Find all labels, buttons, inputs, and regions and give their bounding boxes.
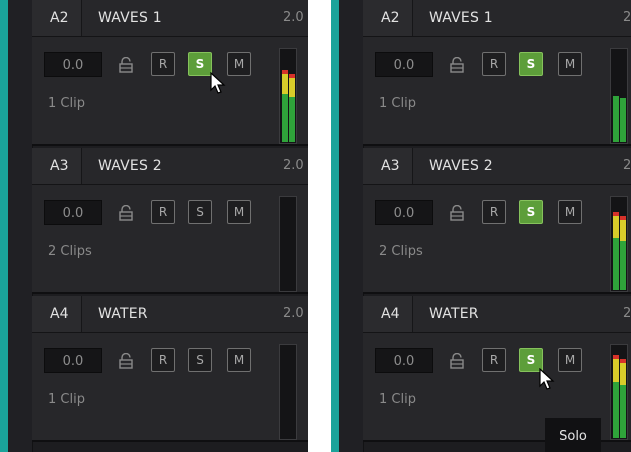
record-arm-button[interactable]: R xyxy=(482,200,506,224)
channel-format: 2.0 xyxy=(283,306,304,321)
clip-count: 1 Clip xyxy=(48,96,85,111)
meter-bar-right xyxy=(620,359,626,438)
mute-button[interactable]: M xyxy=(227,200,251,224)
track-header: A2 WAVES 1 2.0 xyxy=(32,0,308,37)
meter-bar-left xyxy=(613,355,619,438)
track-name[interactable]: WATER xyxy=(98,296,148,332)
volume-field[interactable]: 0.0 xyxy=(44,52,102,77)
track-id: A3 xyxy=(363,148,413,184)
audio-meter xyxy=(610,196,628,292)
track-id: A4 xyxy=(32,296,82,332)
lock-icon[interactable] xyxy=(118,353,134,369)
meter-red-segment xyxy=(620,216,626,220)
audio-meter xyxy=(279,344,297,440)
meter-red-segment xyxy=(289,74,295,78)
audio-meter xyxy=(610,344,628,440)
record-arm-button[interactable]: R xyxy=(482,348,506,372)
meter-yellow-segment xyxy=(613,216,619,238)
track-id: A3 xyxy=(32,148,82,184)
channel-format: 2.0 xyxy=(283,10,304,25)
meter-yellow-segment xyxy=(613,359,619,382)
meter-red-segment xyxy=(282,70,288,74)
track-header: A3 WAVES 2 2.0 xyxy=(32,148,308,185)
meter-bar-right xyxy=(289,74,295,142)
right-track-panel: A2 WAVES 1 2.0 0.0 R S M 1 Clip A3 WAVES… xyxy=(331,0,631,452)
track-color-strip xyxy=(331,0,339,452)
volume-field[interactable]: 0.0 xyxy=(375,200,433,225)
lock-icon[interactable] xyxy=(449,353,465,369)
track-color-strip xyxy=(0,0,8,452)
track-name[interactable]: WAVES 2 xyxy=(98,148,162,184)
track-name[interactable]: WAVES 1 xyxy=(429,0,493,36)
audio-track-a3[interactable]: A3 WAVES 2 2.0 0.0 R S M 2 Clips xyxy=(32,148,308,294)
track-id: A2 xyxy=(363,0,413,36)
clip-count: 1 Clip xyxy=(379,96,416,111)
audio-track-a2[interactable]: A2 WAVES 1 2.0 0.0 R S M 1 Clip xyxy=(363,0,631,146)
solo-button[interactable]: S xyxy=(188,52,212,76)
audio-track-a4[interactable]: A4 WATER 2.0 0.0 R S M 1 Clip xyxy=(32,296,308,442)
channel-format: 2.0 xyxy=(623,158,631,173)
lock-icon[interactable] xyxy=(118,57,134,73)
lock-icon[interactable] xyxy=(449,57,465,73)
track-header: A2 WAVES 1 2.0 xyxy=(363,0,631,37)
audio-track-a2[interactable]: A2 WAVES 1 2.0 0.0 R S M 1 Clip xyxy=(32,0,308,146)
solo-button[interactable]: S xyxy=(519,348,543,372)
channel-format: 2.0 xyxy=(283,158,304,173)
track-id: A4 xyxy=(363,296,413,332)
track-gutter xyxy=(339,0,364,452)
track-name[interactable]: WATER xyxy=(429,296,479,332)
audio-meter xyxy=(279,196,297,292)
track-gutter xyxy=(8,0,33,452)
mute-button[interactable]: M xyxy=(558,200,582,224)
record-arm-button[interactable]: R xyxy=(151,200,175,224)
solo-tooltip: Solo xyxy=(545,418,601,452)
mouse-pointer-icon xyxy=(210,72,226,94)
audio-track-a3[interactable]: A3 WAVES 2 2.0 0.0 R S M 2 Clips xyxy=(363,148,631,294)
mute-button[interactable]: M xyxy=(558,348,582,372)
volume-field[interactable]: 0.0 xyxy=(44,348,102,373)
audio-meter xyxy=(279,48,297,144)
mute-button[interactable]: M xyxy=(558,52,582,76)
volume-field[interactable]: 0.0 xyxy=(375,348,433,373)
audio-meter xyxy=(610,48,628,144)
meter-bar-left xyxy=(282,70,288,142)
record-arm-button[interactable]: R xyxy=(151,348,175,372)
meter-red-segment xyxy=(613,355,619,359)
meter-yellow-segment xyxy=(289,78,295,97)
meter-bar-left xyxy=(613,212,619,290)
record-arm-button[interactable]: R xyxy=(482,52,506,76)
meter-red-segment xyxy=(613,212,619,216)
meter-bar-right xyxy=(620,216,626,290)
lock-icon[interactable] xyxy=(118,205,134,221)
clip-count: 2 Clips xyxy=(48,244,92,259)
track-header: A4 WATER 2.0 xyxy=(32,296,308,333)
meter-bar-right xyxy=(620,98,626,142)
meter-yellow-segment xyxy=(620,220,626,241)
solo-button[interactable]: S xyxy=(519,52,543,76)
mute-button[interactable]: M xyxy=(227,348,251,372)
track-header: A4 WATER 2.0 xyxy=(363,296,631,333)
mute-button[interactable]: M xyxy=(227,52,251,76)
meter-yellow-segment xyxy=(620,363,626,385)
track-id: A2 xyxy=(32,0,82,36)
channel-format: 2.0 xyxy=(623,10,631,25)
solo-button[interactable]: S xyxy=(519,200,543,224)
track-name[interactable]: WAVES 2 xyxy=(429,148,493,184)
track-name[interactable]: WAVES 1 xyxy=(98,0,162,36)
meter-yellow-segment xyxy=(282,74,288,94)
record-arm-button[interactable]: R xyxy=(151,52,175,76)
meter-bar-left xyxy=(613,96,619,142)
volume-field[interactable]: 0.0 xyxy=(44,200,102,225)
channel-format: 2.0 xyxy=(623,306,631,321)
meter-red-segment xyxy=(620,359,626,363)
solo-button[interactable]: S xyxy=(188,348,212,372)
lock-icon[interactable] xyxy=(449,205,465,221)
track-header: A3 WAVES 2 2.0 xyxy=(363,148,631,185)
clip-count: 2 Clips xyxy=(379,244,423,259)
solo-button[interactable]: S xyxy=(188,200,212,224)
volume-field[interactable]: 0.0 xyxy=(375,52,433,77)
left-track-panel: A2 WAVES 1 2.0 0.0 R S M 1 Clip A3 WAVES… xyxy=(0,0,308,452)
clip-count: 1 Clip xyxy=(379,392,416,407)
clip-count: 1 Clip xyxy=(48,392,85,407)
